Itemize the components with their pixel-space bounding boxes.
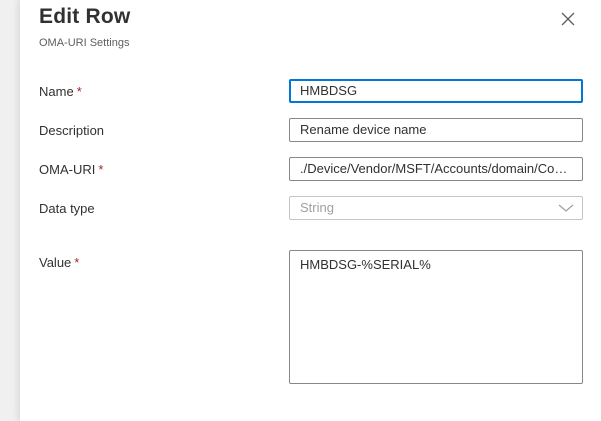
- name-label-text: Name: [39, 84, 74, 99]
- oma-uri-label-text: OMA-URI: [39, 162, 96, 177]
- panel-title: Edit Row: [39, 5, 131, 28]
- name-label: Name *: [39, 84, 82, 99]
- value-textarea[interactable]: HMBDSG-%SERIAL%: [289, 250, 583, 384]
- required-marker: *: [98, 162, 104, 177]
- close-button[interactable]: [556, 7, 580, 31]
- oma-uri-input[interactable]: ./Device/Vendor/MSFT/Accounts/domain/Com…: [289, 157, 583, 181]
- data-type-label: Data type: [39, 201, 95, 216]
- value-label: Value *: [39, 255, 79, 270]
- data-type-value: String: [300, 200, 334, 215]
- close-icon: [561, 12, 575, 26]
- data-type-select: String: [289, 196, 583, 220]
- value-label-text: Value: [39, 255, 72, 270]
- edit-row-panel: Edit Row OMA-URI Settings Name * HMBDSG D…: [20, 0, 601, 421]
- name-input[interactable]: HMBDSG: [289, 79, 583, 103]
- panel-subtitle: OMA-URI Settings: [39, 37, 130, 49]
- required-marker: *: [74, 255, 80, 270]
- description-label: Description: [39, 123, 105, 138]
- required-marker: *: [76, 84, 82, 99]
- description-input[interactable]: Rename device name: [289, 118, 583, 142]
- oma-uri-label: OMA-URI *: [39, 162, 103, 177]
- chevron-down-icon: [558, 204, 574, 212]
